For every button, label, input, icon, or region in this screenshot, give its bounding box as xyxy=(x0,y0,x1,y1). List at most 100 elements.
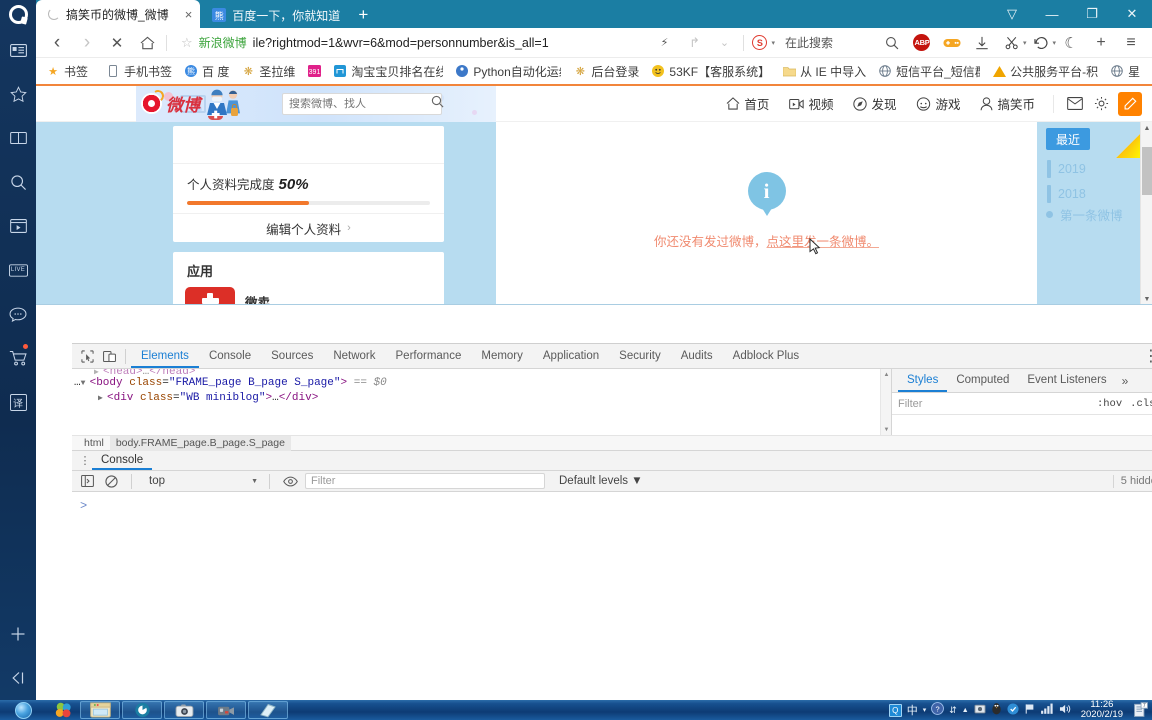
flag-icon[interactable] xyxy=(1024,703,1036,718)
dom-tree[interactable]: ▶ <head>…</head> …▼ <body class="FRAME_pag… xyxy=(72,369,891,435)
scrollbar-thumb[interactable] xyxy=(1142,147,1152,195)
dom-line-div[interactable]: ▶ <div class="WB miniblog">…</div> xyxy=(72,391,891,406)
inspect-icon[interactable] xyxy=(76,345,98,367)
blue-shield-icon[interactable] xyxy=(1007,702,1019,718)
search-icon[interactable] xyxy=(431,95,444,113)
envelope-icon[interactable] xyxy=(1062,91,1088,117)
taskbar-item-capture[interactable] xyxy=(164,701,204,719)
search-icon[interactable] xyxy=(0,160,36,204)
nav-item-game[interactable]: 游戏 xyxy=(906,94,970,113)
console-prompt[interactable]: > xyxy=(80,499,87,513)
devtools-tab-console[interactable]: Console xyxy=(199,344,261,368)
lightning-icon[interactable]: ⚡ xyxy=(649,30,679,56)
bookmark-item[interactable]: ❋ 后台登录 xyxy=(567,59,645,83)
hov-toggle[interactable]: :hov xyxy=(1097,398,1122,410)
bookmark-item[interactable]: 短信平台_短信群发 xyxy=(872,59,986,83)
bookmark-item[interactable]: Python自动化运维 xyxy=(449,59,567,83)
styles-tab-styles[interactable]: Styles xyxy=(898,369,948,392)
back-button[interactable]: ‹ xyxy=(42,30,72,56)
help-icon[interactable]: ? xyxy=(931,702,945,718)
dom-line-body[interactable]: …▼ <body class="FRAME_page B_page S_page"… xyxy=(72,376,891,391)
tab-weibo[interactable]: 搞笑币的微博_微博 × xyxy=(36,0,201,28)
compose-icon[interactable] xyxy=(1118,91,1142,116)
styles-filter-input[interactable]: Filter xyxy=(898,398,1089,410)
weibo-logo[interactable]: 微博 xyxy=(141,91,200,116)
maximize-button[interactable]: ❐ xyxy=(1072,0,1112,28)
scroll-up-button[interactable]: ▲ xyxy=(881,369,891,380)
network-activity-icon[interactable]: ⇵ xyxy=(949,705,957,716)
live-icon[interactable]: LIVE xyxy=(0,248,36,292)
share-icon[interactable]: ↱ xyxy=(679,30,709,56)
menu-icon[interactable]: ≡ xyxy=(1116,30,1146,56)
qq-tray-icon[interactable]: Q xyxy=(888,703,902,717)
timeline-first-post[interactable]: 第一条微博 xyxy=(1046,205,1123,224)
compose-weibo-link[interactable]: 点这里发一条微博。 xyxy=(767,235,880,249)
signal-icon[interactable] xyxy=(1040,703,1054,717)
close-icon[interactable]: × xyxy=(175,8,193,21)
home-icon[interactable] xyxy=(132,30,162,56)
devtools-tab-audits[interactable]: Audits xyxy=(671,344,723,368)
start-button[interactable] xyxy=(0,700,46,720)
cart-icon[interactable] xyxy=(0,336,36,380)
card-list-icon[interactable] xyxy=(0,28,36,72)
stop-icon[interactable]: ✕ xyxy=(102,30,132,56)
night-mode-icon[interactable]: ☾ xyxy=(1056,30,1086,56)
new-tab-button[interactable]: + xyxy=(348,2,378,28)
more-options-icon[interactable]: ⋮ xyxy=(1140,345,1152,367)
bookmark-item[interactable]: ❋ 圣拉维 xyxy=(235,59,301,83)
screenshot-icon[interactable] xyxy=(974,703,986,718)
address-bar[interactable]: ☆ 新浪微博 ile?rightmod=1&wvr=6&mod=personnu… xyxy=(175,30,645,56)
qq-penguin-icon[interactable] xyxy=(991,702,1002,718)
timeline-year-2019[interactable]: 2019 xyxy=(1047,160,1086,178)
o-logo-icon[interactable] xyxy=(0,0,36,28)
taskbar-clock[interactable]: 11:26 2020/2/19 xyxy=(1077,700,1127,720)
chevron-down-icon[interactable]: ▾ xyxy=(923,706,927,714)
chat-bubble-icon[interactable] xyxy=(0,292,36,336)
taskbar-item-recorder[interactable] xyxy=(206,701,246,719)
show-desktop-icon[interactable]: 7 xyxy=(1134,702,1148,718)
live-expression-icon[interactable] xyxy=(281,472,299,490)
collapse-icon[interactable] xyxy=(0,656,36,700)
devtools-tab-network[interactable]: Network xyxy=(323,344,385,368)
drawer-menu-icon[interactable]: ⋮ xyxy=(78,454,92,467)
drawer-tab-console[interactable]: Console xyxy=(92,451,153,470)
taskbar-item-browser[interactable] xyxy=(122,701,162,719)
bookmark-item[interactable]: ★ 书签 xyxy=(40,59,94,83)
show-hidden-icons-button[interactable]: ▲ xyxy=(962,707,969,714)
bookmark-item[interactable]: 公共服务平台-积分 xyxy=(986,59,1104,83)
star-icon[interactable] xyxy=(0,72,36,116)
bookmark-item[interactable]: 星 xyxy=(1104,59,1146,83)
search-icon[interactable] xyxy=(877,30,907,56)
styles-tab-computed[interactable]: Computed xyxy=(947,369,1018,392)
breadcrumb-html[interactable]: html xyxy=(78,436,110,451)
forward-button[interactable]: › xyxy=(72,30,102,56)
bookmarks-overflow-button[interactable]: » xyxy=(1146,64,1152,79)
bookmark-item[interactable]: 淘宝宝贝排名在线 xyxy=(327,59,449,83)
collect-icon[interactable]: ▽ xyxy=(992,0,1032,28)
styles-tab-event-listeners[interactable]: Event Listeners xyxy=(1018,369,1115,392)
volume-icon[interactable] xyxy=(1059,703,1072,718)
taskbar-item-sogou[interactable] xyxy=(48,701,78,719)
plus-icon[interactable] xyxy=(0,612,36,656)
device-toolbar-icon[interactable] xyxy=(98,345,120,367)
download-icon[interactable] xyxy=(967,30,997,56)
nav-item-home[interactable]: 首页 xyxy=(716,94,779,113)
search-input[interactable] xyxy=(289,97,431,110)
devtools-tab-sources[interactable]: Sources xyxy=(261,344,323,368)
cls-toggle[interactable]: .cls xyxy=(1130,398,1152,410)
bookmark-item[interactable]: 熊百 度 xyxy=(178,59,235,83)
search-engine-selector[interactable]: S ▾ 在此搜索 xyxy=(748,30,837,56)
app-item[interactable]: 微卖 xyxy=(173,287,444,305)
add-icon[interactable]: + xyxy=(1086,30,1116,56)
chevron-down-icon[interactable]: ▾ xyxy=(771,39,775,47)
chevron-down-icon[interactable]: ⌄ xyxy=(709,30,739,56)
styles-overflow-icon[interactable]: » xyxy=(1116,374,1135,388)
nav-item-profile[interactable]: 搞笑币 xyxy=(970,94,1045,113)
nav-item-video[interactable]: 视频 xyxy=(779,94,843,113)
bookmark-item[interactable]: 391 xyxy=(301,59,327,83)
bookmark-star-icon[interactable]: ☆ xyxy=(181,35,193,51)
close-window-button[interactable]: ✕ xyxy=(1112,0,1152,28)
game-icon[interactable] xyxy=(937,30,967,56)
dom-scrollbar[interactable]: ▲ ▼ xyxy=(880,369,891,435)
timeline-year-2018[interactable]: 2018 xyxy=(1047,185,1086,203)
